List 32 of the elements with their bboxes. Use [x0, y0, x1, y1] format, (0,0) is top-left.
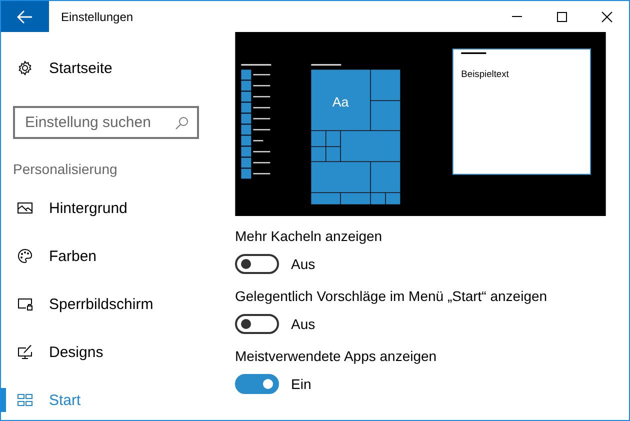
home-nav-item[interactable]: Startseite [1, 38, 225, 98]
toggle-switch[interactable] [235, 314, 279, 334]
sidebar-item[interactable]: Start [1, 376, 225, 420]
monitor-brush-icon [17, 344, 33, 360]
setting-label: Meistverwendete Apps anzeigen [235, 348, 438, 366]
sidebar-item[interactable]: Designs [1, 328, 225, 376]
picture-icon [17, 200, 33, 216]
section-heading: Personalisierung [13, 161, 118, 179]
close-icon [600, 10, 612, 22]
screen-lock-icon [17, 296, 33, 312]
setting-label: Gelegentlich Vorschläge im Menü „Start“ anzeigen [235, 288, 548, 306]
tiles-icon [17, 392, 33, 408]
window-title: Einstellungen [61, 10, 134, 24]
sidebar-item[interactable]: Hintergrund [1, 184, 225, 232]
sample-text: Beispieltext [461, 69, 509, 79]
tile-label: Aa [332, 94, 349, 110]
gear-icon [17, 60, 33, 76]
sidebar-item[interactable]: Sperrbildschirm [1, 280, 225, 328]
toggle-state: Aus [291, 256, 316, 272]
maximize-icon [556, 10, 568, 22]
toggle-switch[interactable] [235, 374, 279, 394]
minimize-icon [512, 16, 522, 17]
sidebar-item[interactable]: Farben [1, 232, 225, 280]
back-arrow-icon [17, 10, 33, 24]
toggle-switch[interactable] [235, 254, 279, 274]
palette-icon [17, 248, 33, 264]
toggle-state: Aus [291, 316, 316, 332]
search-field[interactable]: Einstellung suchen [13, 106, 199, 139]
back-button[interactable] [1, 1, 49, 32]
search-icon [175, 116, 189, 130]
setting-label: Mehr Kacheln anzeigen [235, 228, 384, 246]
toggle-state: Ein [291, 376, 312, 392]
